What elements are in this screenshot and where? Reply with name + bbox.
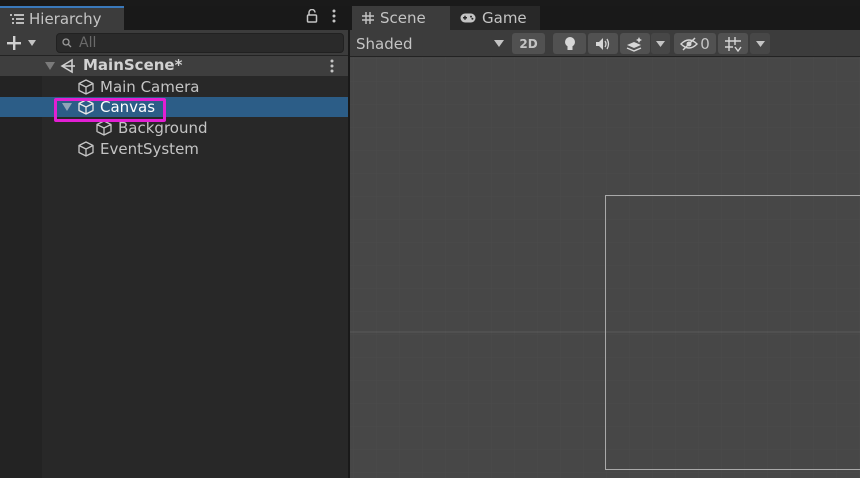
chevron-down-icon xyxy=(494,40,504,47)
hash-icon xyxy=(362,12,374,24)
search-input[interactable]: All xyxy=(56,33,344,53)
chevron-down-icon xyxy=(755,40,765,47)
tree-item-label: Background xyxy=(118,119,208,137)
plus-icon xyxy=(7,36,21,50)
scene-toolbar: Shaded 2D 0 xyxy=(350,30,860,57)
chevron-down-icon xyxy=(28,40,36,46)
tab-game[interactable]: Game xyxy=(450,6,540,30)
eye-slash-icon xyxy=(680,36,699,51)
gameobject-cube-icon xyxy=(78,141,94,157)
kebab-menu-icon[interactable] xyxy=(332,9,336,23)
effects-dropdown-button[interactable] xyxy=(651,33,670,54)
gameobject-cube-icon xyxy=(78,99,94,115)
effects-toggle-button[interactable] xyxy=(620,33,650,54)
unity-scene-icon xyxy=(60,58,75,74)
lighting-toggle-button[interactable] xyxy=(553,33,586,54)
scene-viewport[interactable] xyxy=(350,57,860,478)
hidden-objects-toggle-button[interactable]: 0 xyxy=(674,33,716,54)
hierarchy-tree: MainScene* Main Camera Canvas Background… xyxy=(0,56,348,478)
scene-row[interactable]: MainScene* xyxy=(0,56,348,76)
create-dropdown-button[interactable] xyxy=(6,34,44,52)
toggle-2d-button[interactable]: 2D xyxy=(512,33,545,54)
tab-hierarchy[interactable]: Hierarchy xyxy=(0,6,124,30)
tab-game-label: Game xyxy=(482,9,527,27)
scene-view-panel: Scene Game Shaded 2D 0 xyxy=(350,6,860,478)
scene-tabbar: Scene Game xyxy=(350,6,860,30)
chevron-down-icon xyxy=(656,40,665,47)
tree-item-eventsystem[interactable]: EventSystem xyxy=(0,139,348,159)
draw-mode-dropdown[interactable]: Shaded xyxy=(356,34,504,53)
list-icon xyxy=(10,14,24,24)
tree-item-canvas[interactable]: Canvas xyxy=(0,97,348,117)
grid-dropdown-button[interactable] xyxy=(750,33,770,54)
grid-toggle-button[interactable] xyxy=(718,33,748,54)
hierarchy-tab-label: Hierarchy xyxy=(29,10,102,28)
fold-expanded-icon[interactable] xyxy=(62,103,72,111)
draw-mode-label: Shaded xyxy=(356,34,413,53)
fold-expanded-icon[interactable] xyxy=(45,62,55,70)
hidden-count: 0 xyxy=(700,34,710,53)
gameobject-cube-icon xyxy=(96,120,112,136)
scene-kebab-icon[interactable] xyxy=(330,59,334,73)
grid-snap-icon xyxy=(725,36,742,52)
search-icon xyxy=(62,38,72,48)
tab-scene-label: Scene xyxy=(380,9,426,27)
hierarchy-panel: Hierarchy All MainScene* Main Camera Can… xyxy=(0,6,348,478)
scene-name: MainScene* xyxy=(83,56,183,74)
tab-scene[interactable]: Scene xyxy=(352,6,450,30)
tree-item-background[interactable]: Background xyxy=(0,118,348,138)
lightbulb-icon xyxy=(564,36,575,50)
tree-item-label: Main Camera xyxy=(100,78,200,96)
audio-toggle-button[interactable] xyxy=(588,33,618,54)
tree-item-label: Canvas xyxy=(100,98,156,116)
hierarchy-tabbar: Hierarchy xyxy=(0,6,348,30)
layers-sparkle-icon xyxy=(626,36,642,52)
tree-item-label: EventSystem xyxy=(100,140,199,158)
lock-icon[interactable] xyxy=(306,9,318,23)
search-placeholder: All xyxy=(79,35,97,51)
hierarchy-toolbar: All xyxy=(0,30,348,56)
gameobject-cube-icon xyxy=(78,79,94,95)
tree-item-main-camera[interactable]: Main Camera xyxy=(0,77,348,97)
speaker-icon xyxy=(596,37,610,50)
canvas-bounds-rect xyxy=(605,195,860,470)
toggle-2d-label: 2D xyxy=(519,36,538,51)
gamepad-icon xyxy=(460,13,476,23)
